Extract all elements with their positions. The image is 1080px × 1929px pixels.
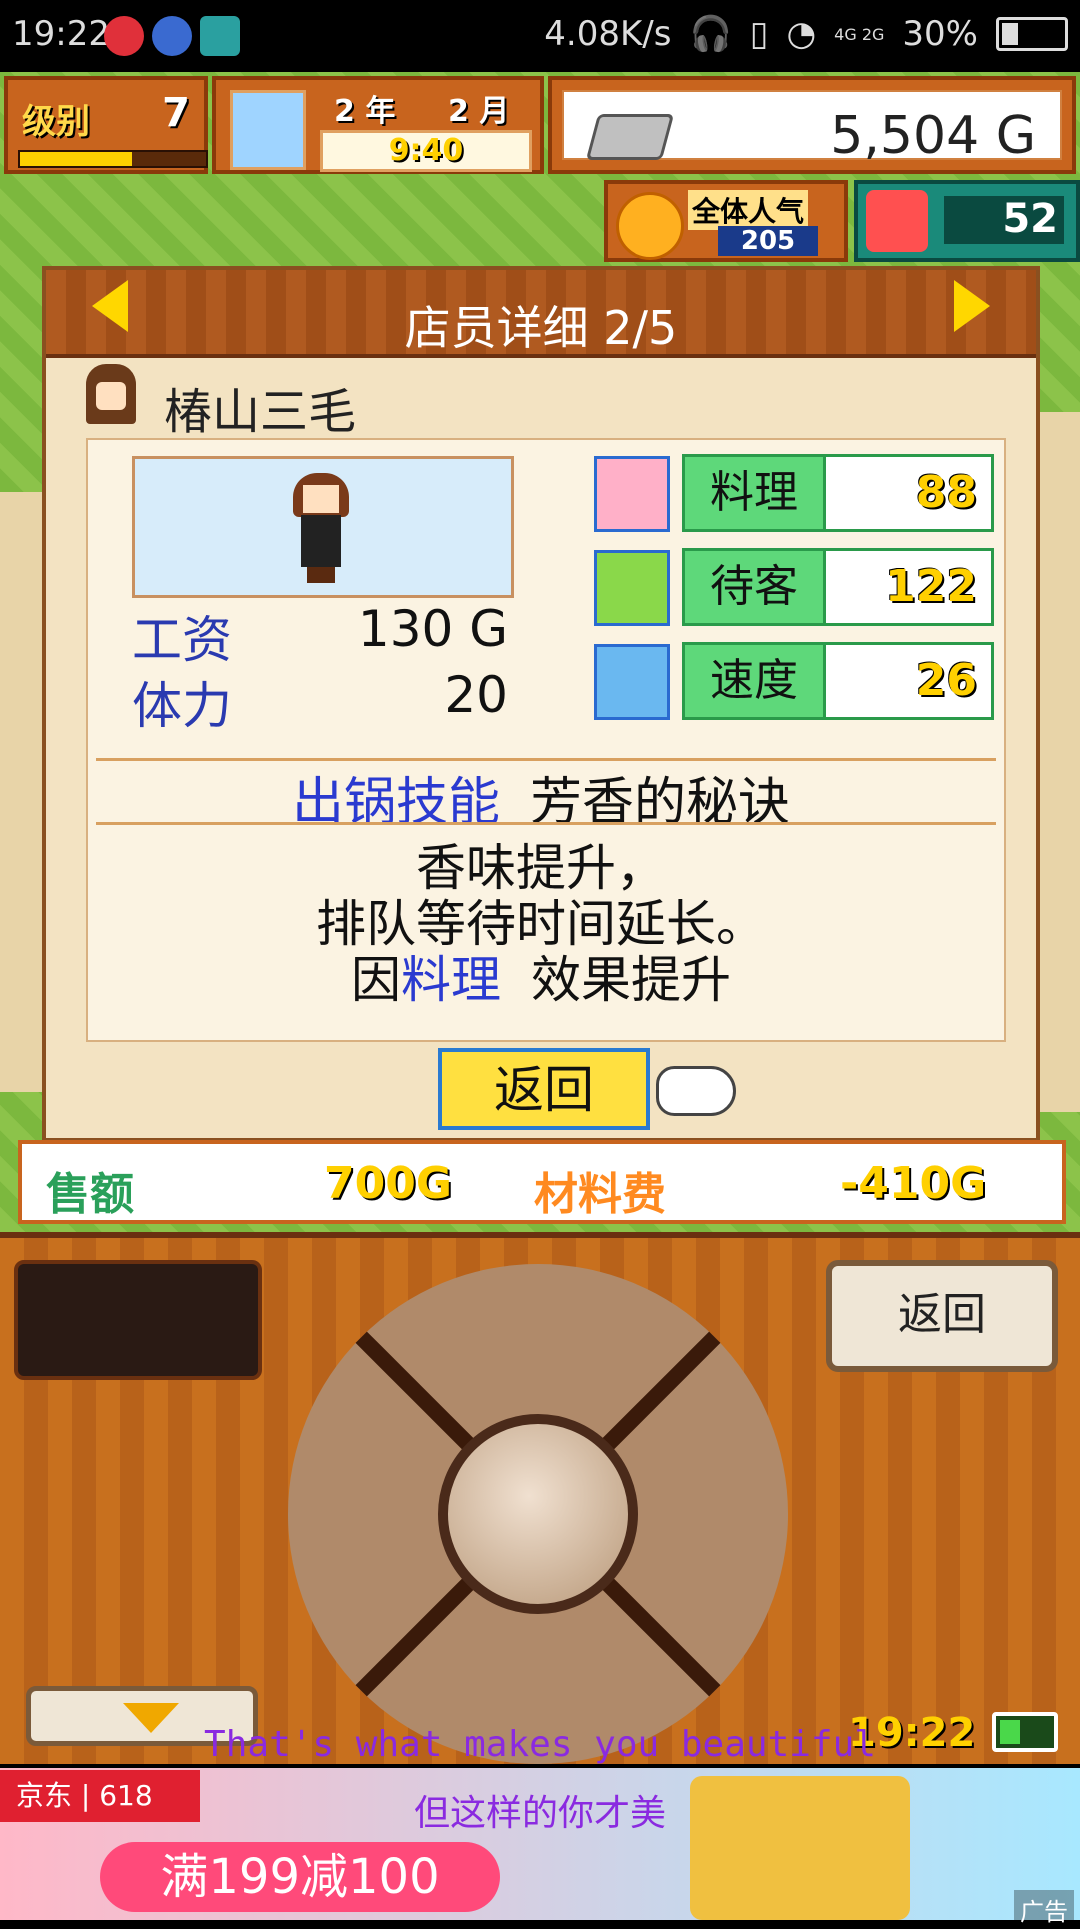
level-label: 级别: [22, 102, 90, 142]
level-progress-bar: [18, 150, 208, 168]
desc-highlight: 料理: [401, 951, 501, 1009]
battery-percent: 30%: [902, 14, 978, 54]
stamina-label: 体力: [132, 677, 232, 735]
skill-cooking-label: 料理: [682, 454, 826, 532]
month-label: 2 月: [448, 94, 510, 129]
wifi-icon: ◔: [786, 14, 817, 54]
rocket-icon: [594, 644, 670, 720]
next-arrow-icon[interactable]: [954, 280, 990, 332]
ad-cta[interactable]: 满199减100: [100, 1842, 500, 1912]
net-speed: 4.08K/s: [544, 14, 672, 54]
year-label: 2 年: [334, 94, 396, 129]
money-panel: 5,504 G: [562, 90, 1062, 166]
money-box: 5,504 G: [548, 76, 1076, 174]
ribbon-icon: [866, 190, 928, 252]
character-sprite: [293, 473, 349, 583]
desc-line-2: 排队等待时间延长。: [316, 895, 766, 953]
date-box: 2 年 2 月 9:40: [212, 76, 544, 174]
lyric-chinese: 但这样的你才美: [413, 1793, 666, 1834]
trophy-value: 52: [944, 196, 1064, 244]
sales-value: 700G: [324, 1158, 452, 1209]
drumstick-icon: [594, 550, 670, 626]
level-box: 级别 7: [4, 76, 208, 174]
material-value: -410G: [840, 1158, 987, 1209]
battery-icon: [996, 17, 1068, 51]
ability-description: 香味提升， 排队等待时间延长。 因料理 效果提升: [46, 840, 1036, 1008]
silver-ingot-icon: [585, 114, 675, 160]
skill-service-value: 122: [826, 548, 994, 626]
return-button[interactable]: 返回: [438, 1048, 650, 1130]
lyric-english: That's what makes you beautiful: [204, 1724, 876, 1765]
dialog-header: 店员详细 2/5: [46, 270, 1036, 358]
headphone-icon: 🎧: [689, 14, 732, 54]
smiley-icon: [616, 192, 684, 260]
sales-label: 售额: [46, 1169, 134, 1220]
back-button[interactable]: 返回: [826, 1260, 1058, 1372]
pointing-hand-icon: [656, 1066, 736, 1116]
game-time: 9:40: [320, 130, 532, 172]
snowman-icon: [230, 90, 306, 170]
trophy-box: 52: [854, 180, 1080, 262]
status-time: 19:22: [12, 14, 110, 54]
mini-screen: [14, 1260, 262, 1380]
divider-bottom: [96, 822, 996, 825]
popularity-box: 全体人气 205: [604, 180, 848, 262]
scan-icon: [200, 16, 240, 56]
dpad[interactable]: [288, 1264, 788, 1764]
employee-portrait: [132, 456, 514, 598]
desc-line-1: 香味提升，: [416, 839, 666, 897]
salary-value: 130 G: [357, 600, 508, 658]
skill-speed-label: 速度: [682, 642, 826, 720]
level-value: 7: [162, 90, 190, 136]
employee-avatar: [86, 364, 136, 424]
desc-line-3: 因料理 效果提升: [351, 951, 731, 1009]
netease-music-icon: [104, 16, 144, 56]
popularity-value: 205: [718, 226, 818, 256]
material-label: 材料费: [534, 1169, 666, 1220]
dialog-title: 店员详细 2/5: [404, 301, 678, 355]
bowl-icon: [594, 456, 670, 532]
vibrate-icon: ▯: [749, 14, 769, 54]
status-bar: 19:22 4.08K/s 🎧 ▯ ◔ 4G 2G 30%: [0, 0, 1080, 72]
skill-cooking-value: 88: [826, 454, 994, 532]
ad-mark: 广告: [1014, 1890, 1074, 1929]
salary-label: 工资: [132, 611, 232, 669]
stamina-value: 20: [444, 666, 508, 724]
employee-name: 椿山三毛: [164, 384, 357, 440]
status-right: 4.08K/s 🎧 ▯ ◔ 4G 2G 30%: [544, 14, 1068, 54]
popularity-label: 全体人气: [688, 190, 809, 230]
sales-summary: 售额 700G 材料费 -410G: [18, 1140, 1066, 1224]
signal-label: 4G 2G: [834, 24, 885, 44]
skill-service-label: 待客: [682, 548, 826, 626]
money-value: 5,504 G: [830, 106, 1036, 166]
staff-detail-dialog: 店员详细 2/5 椿山三毛 工资 130 G 体力 20 料理 88 待客 12…: [42, 266, 1040, 1142]
shield-icon: [152, 16, 192, 56]
virtual-controller: 返回 19:22: [0, 1232, 1080, 1764]
skill-speed-value: 26: [826, 642, 994, 720]
